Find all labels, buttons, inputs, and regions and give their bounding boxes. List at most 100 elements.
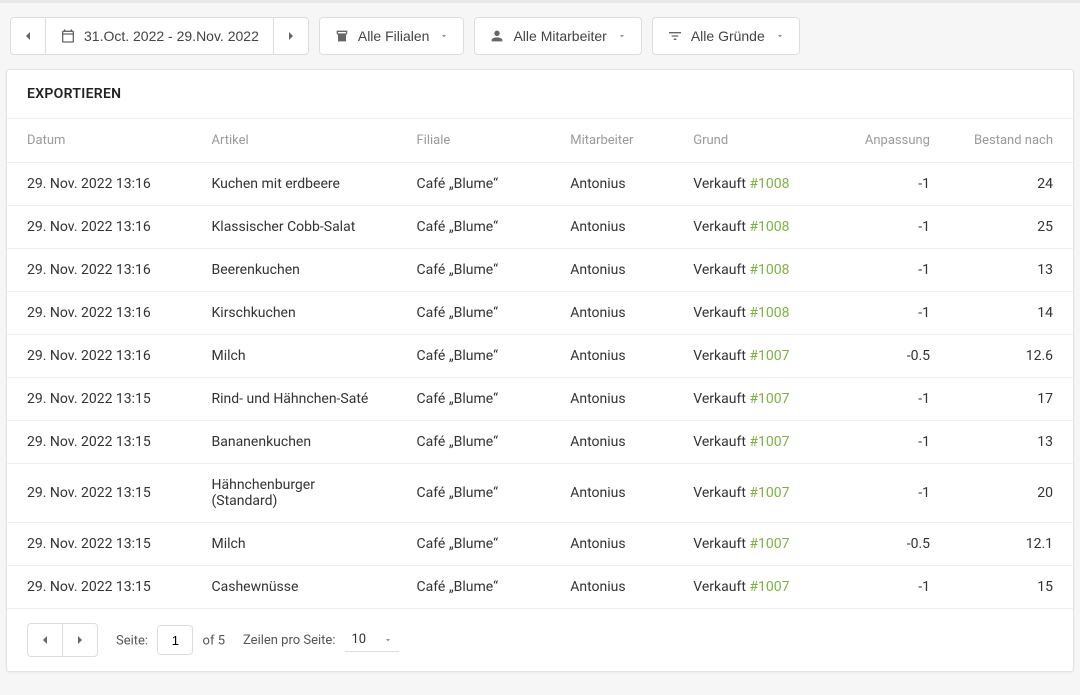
- rows-per-page-label: Zeilen pro Seite:: [243, 633, 335, 648]
- table-row: 29. Nov. 2022 13:15Rind- und Hähnchen-Sa…: [7, 378, 1073, 421]
- reason-link[interactable]: #1007: [749, 391, 789, 407]
- cell-artikel: Beerenkuchen: [192, 249, 397, 292]
- calendar-icon: [60, 28, 76, 44]
- reason-text: Verkauft: [693, 536, 749, 552]
- chevron-right-icon: [72, 632, 88, 648]
- cell-filiale: Café „Blume“: [397, 464, 551, 523]
- page-nav-group: [27, 623, 98, 657]
- filter-employees-dropdown[interactable]: Alle Mitarbeiter: [474, 17, 641, 55]
- cell-filiale: Café „Blume“: [397, 421, 551, 464]
- reason-text: Verkauft: [693, 579, 749, 595]
- cell-anpassung: -1: [837, 292, 950, 335]
- col-header-anpassung[interactable]: Anpassung: [837, 119, 950, 163]
- store-icon: [334, 28, 350, 44]
- cell-anpassung: -1: [837, 421, 950, 464]
- caret-down-icon: [383, 635, 393, 645]
- date-range-button[interactable]: 31.Oct. 2022 - 29.Nov. 2022: [45, 17, 274, 55]
- cell-filiale: Café „Blume“: [397, 378, 551, 421]
- cell-grund: Verkauft #1007: [673, 421, 837, 464]
- cell-bestand: 13: [950, 249, 1073, 292]
- stock-history-card: EXPORTIEREN Datum Artikel Filiale Mitarb…: [6, 69, 1074, 672]
- cell-grund: Verkauft #1008: [673, 249, 837, 292]
- col-header-datum[interactable]: Datum: [7, 119, 192, 163]
- cell-grund: Verkauft #1008: [673, 292, 837, 335]
- cell-filiale: Café „Blume“: [397, 523, 551, 566]
- reason-link[interactable]: #1007: [749, 434, 789, 450]
- page-of-text: of 5: [203, 634, 225, 649]
- cell-mitarbeiter: Antonius: [550, 292, 673, 335]
- page-input[interactable]: [157, 625, 193, 655]
- cell-filiale: Café „Blume“: [397, 163, 551, 206]
- table-row: 29. Nov. 2022 13:15Hähnchenburger (Stand…: [7, 464, 1073, 523]
- cell-mitarbeiter: Antonius: [550, 249, 673, 292]
- table-row: 29. Nov. 2022 13:16KirschkuchenCafé „Blu…: [7, 292, 1073, 335]
- caret-down-icon: [617, 31, 627, 41]
- date-range-label: 31.Oct. 2022 - 29.Nov. 2022: [84, 28, 259, 44]
- cell-anpassung: -1: [837, 206, 950, 249]
- cell-artikel: Kuchen mit erdbeere: [192, 163, 397, 206]
- reason-text: Verkauft: [693, 348, 749, 364]
- cell-datum: 29. Nov. 2022 13:15: [7, 566, 192, 609]
- cell-datum: 29. Nov. 2022 13:15: [7, 421, 192, 464]
- reason-link[interactable]: #1008: [749, 305, 789, 321]
- reason-text: Verkauft: [693, 262, 749, 278]
- filter-reasons-label: Alle Gründe: [691, 28, 765, 44]
- reason-link[interactable]: #1007: [749, 579, 789, 595]
- col-header-filiale[interactable]: Filiale: [397, 119, 551, 163]
- cell-datum: 29. Nov. 2022 13:15: [7, 378, 192, 421]
- pagination-bar: Seite: of 5 Zeilen pro Seite: 10: [7, 608, 1073, 671]
- person-icon: [489, 28, 505, 44]
- reason-link[interactable]: #1008: [749, 176, 789, 192]
- reason-text: Verkauft: [693, 176, 749, 192]
- cell-artikel: Cashewnüsse: [192, 566, 397, 609]
- cell-bestand: 14: [950, 292, 1073, 335]
- page-indicator: Seite: of 5: [116, 625, 225, 655]
- reason-link[interactable]: #1007: [749, 348, 789, 364]
- col-header-mitarbeiter[interactable]: Mitarbeiter: [550, 119, 673, 163]
- table-row: 29. Nov. 2022 13:15MilchCafé „Blume“Anto…: [7, 523, 1073, 566]
- cell-grund: Verkauft #1007: [673, 566, 837, 609]
- reason-link[interactable]: #1008: [749, 262, 789, 278]
- reason-text: Verkauft: [693, 219, 749, 235]
- cell-filiale: Café „Blume“: [397, 206, 551, 249]
- col-header-bestand[interactable]: Bestand nach: [950, 119, 1073, 163]
- cell-filiale: Café „Blume“: [397, 566, 551, 609]
- cell-grund: Verkauft #1007: [673, 464, 837, 523]
- cell-mitarbeiter: Antonius: [550, 421, 673, 464]
- reason-link[interactable]: #1007: [749, 536, 789, 552]
- cell-grund: Verkauft #1008: [673, 206, 837, 249]
- page-prev-button[interactable]: [27, 623, 63, 657]
- cell-bestand: 12.6: [950, 335, 1073, 378]
- chevron-right-icon: [283, 28, 299, 44]
- table-row: 29. Nov. 2022 13:16MilchCafé „Blume“Anto…: [7, 335, 1073, 378]
- table-row: 29. Nov. 2022 13:15BananenkuchenCafé „Bl…: [7, 421, 1073, 464]
- col-header-grund[interactable]: Grund: [673, 119, 837, 163]
- reason-link[interactable]: #1008: [749, 219, 789, 235]
- table-row: 29. Nov. 2022 13:16Klassischer Cobb-Sala…: [7, 206, 1073, 249]
- export-label: EXPORTIEREN: [27, 86, 121, 102]
- filter-employees-label: Alle Mitarbeiter: [513, 28, 606, 44]
- reason-text: Verkauft: [693, 305, 749, 321]
- cell-bestand: 24: [950, 163, 1073, 206]
- filter-reasons-dropdown[interactable]: Alle Gründe: [652, 17, 800, 55]
- date-range-group: 31.Oct. 2022 - 29.Nov. 2022: [10, 17, 309, 55]
- rows-per-page-select[interactable]: 10: [345, 628, 399, 652]
- reason-link[interactable]: #1007: [749, 485, 789, 501]
- cell-bestand: 25: [950, 206, 1073, 249]
- cell-anpassung: -1: [837, 566, 950, 609]
- chevron-left-icon: [37, 632, 53, 648]
- date-prev-button[interactable]: [10, 17, 46, 55]
- caret-down-icon: [439, 31, 449, 41]
- col-header-artikel[interactable]: Artikel: [192, 119, 397, 163]
- cell-datum: 29. Nov. 2022 13:16: [7, 292, 192, 335]
- cell-grund: Verkauft #1007: [673, 335, 837, 378]
- date-next-button[interactable]: [273, 17, 309, 55]
- filter-stores-dropdown[interactable]: Alle Filialen: [319, 17, 465, 55]
- caret-down-icon: [775, 31, 785, 41]
- rows-per-page: Zeilen pro Seite: 10: [243, 628, 399, 652]
- reason-text: Verkauft: [693, 434, 749, 450]
- export-button[interactable]: EXPORTIEREN: [7, 70, 1073, 119]
- page-next-button[interactable]: [62, 623, 98, 657]
- cell-mitarbeiter: Antonius: [550, 378, 673, 421]
- cell-bestand: 15: [950, 566, 1073, 609]
